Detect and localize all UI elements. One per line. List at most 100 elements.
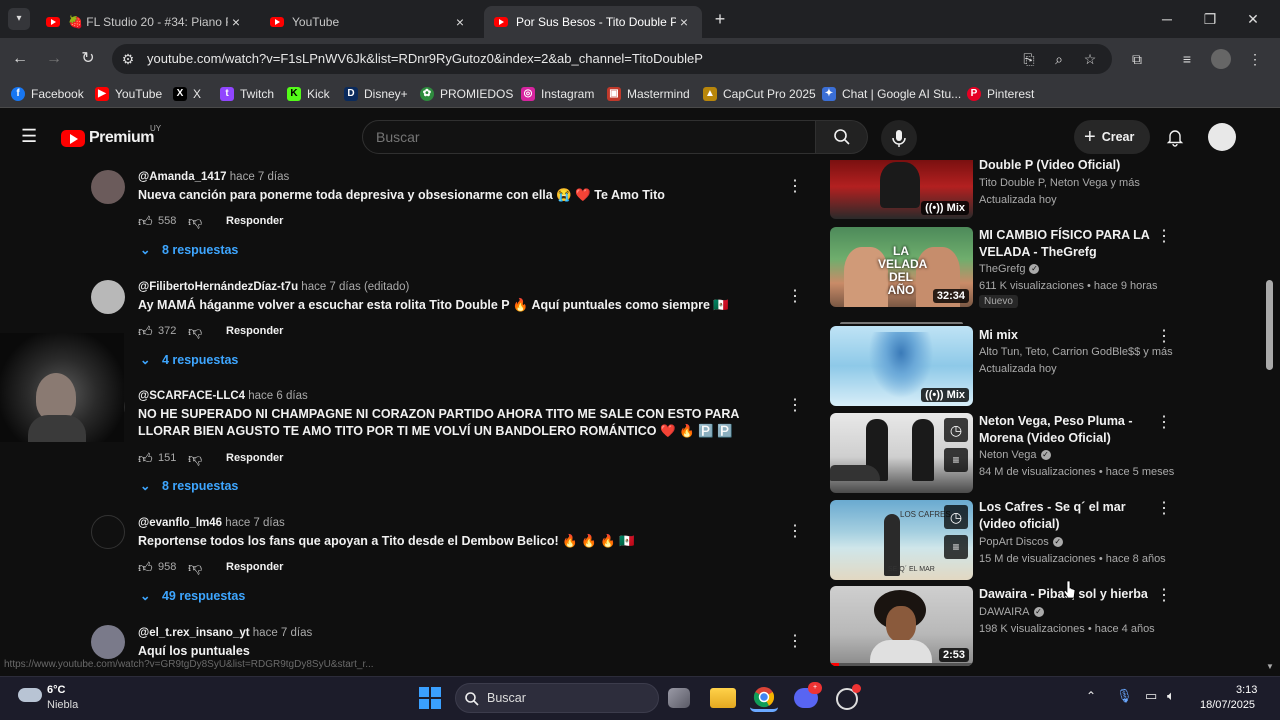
video-channel[interactable]: Neton Vega ✓	[979, 447, 1169, 463]
taskbar-search[interactable]: Buscar	[455, 683, 659, 713]
back-button[interactable]: ←	[8, 47, 32, 71]
search-input[interactable]	[376, 126, 796, 148]
account-avatar[interactable]	[1208, 123, 1236, 151]
bookmark-x[interactable]: XX	[173, 86, 201, 102]
like-icon[interactable]: 👍︎	[138, 323, 154, 339]
bookmark-pinterest[interactable]: P Pinterest	[967, 86, 1034, 102]
video-menu-icon[interactable]: ⋮	[1156, 228, 1172, 246]
comment-avatar[interactable]	[91, 515, 125, 549]
comment-menu-icon[interactable]: ⋮	[787, 523, 803, 541]
chrome-taskbar-icon[interactable]	[750, 684, 778, 712]
maximize-button[interactable]: ❐	[1199, 8, 1221, 30]
comment-avatar[interactable]	[91, 625, 125, 659]
close-tab-icon[interactable]: ×	[228, 14, 244, 30]
clock-time[interactable]: 3:13	[1236, 684, 1257, 696]
reply-button[interactable]: Responder	[226, 325, 283, 337]
video-menu-icon[interactable]: ⋮	[1156, 587, 1172, 605]
comment-menu-icon[interactable]: ⋮	[787, 178, 803, 196]
video-title[interactable]: MI CAMBIO FÍSICO PARA LA VELADA - TheGre…	[979, 227, 1154, 261]
discord-taskbar-icon[interactable]: +	[792, 682, 822, 712]
scroll-down-arrow[interactable]: ▼	[1266, 662, 1274, 671]
video-channel[interactable]: PopArt Discos ✓	[979, 534, 1169, 550]
video-thumbnail[interactable]: ((•)) Mix	[830, 326, 973, 406]
show-replies-button[interactable]: ⌄ 8 respuestas	[140, 478, 238, 493]
video-menu-icon[interactable]: ⋮	[1156, 500, 1172, 518]
close-tab-icon[interactable]: ×	[676, 14, 692, 30]
comment-menu-icon[interactable]: ⋮	[787, 397, 803, 415]
watch-later-icon[interactable]: ◷	[944, 418, 968, 442]
volume-icon[interactable]: 🔈︎	[1167, 688, 1175, 704]
chrome-menu-icon[interactable]: ⋮	[1245, 49, 1265, 69]
reply-button[interactable]: Responder	[226, 215, 283, 227]
comment-avatar[interactable]	[91, 170, 125, 204]
reload-button[interactable]: ↻	[76, 47, 100, 71]
profile-avatar[interactable]	[1211, 49, 1231, 69]
microphone-tray-icon[interactable]: 🎙︎	[1116, 688, 1133, 704]
file-explorer-icon[interactable]	[710, 688, 736, 708]
bookmark-disney[interactable]: D Disney+	[344, 86, 408, 102]
dislike-icon[interactable]: 👎︎	[188, 450, 204, 466]
video-thumbnail[interactable]: LA VELADA DEL AÑO 32:34	[830, 227, 973, 307]
show-replies-button[interactable]: ⌄ 4 respuestas	[140, 352, 238, 367]
bookmark-instagram[interactable]: ◎ Instagram	[521, 86, 594, 102]
network-icon[interactable]: ▭	[1145, 688, 1157, 704]
comment-menu-icon[interactable]: ⋮	[787, 633, 803, 651]
bookmark-twitch[interactable]: t Twitch	[220, 86, 274, 102]
site-info-icon[interactable]: ⚙	[118, 49, 138, 69]
youtube-premium-logo[interactable]: Premium	[61, 128, 154, 148]
tab-youtube[interactable]: YouTube ×	[260, 6, 478, 38]
tab-search-button[interactable]: ▾	[8, 8, 30, 30]
video-thumbnail[interactable]: LOS CAFRES SE Q´ EL MAR ◷ ≡	[830, 500, 973, 580]
scrollbar-thumb[interactable]	[1266, 280, 1273, 370]
bookmark-star-icon[interactable]: ☆	[1080, 49, 1100, 69]
video-channel[interactable]: Alto Tun, Teto, Carrion GodBle$$ y más	[979, 344, 1173, 360]
video-thumbnail[interactable]: ◷ ≡	[830, 413, 973, 493]
comment-avatar[interactable]	[91, 280, 125, 314]
add-to-queue-icon[interactable]: ≡	[944, 448, 968, 472]
video-menu-icon[interactable]: ⋮	[1156, 414, 1172, 432]
bookmark-kick[interactable]: K Kick	[287, 86, 330, 102]
video-thumbnail[interactable]: 2:53	[830, 586, 973, 666]
dislike-icon[interactable]: 👎︎	[188, 559, 204, 575]
video-title[interactable]: Mi mix	[979, 327, 1154, 344]
add-to-queue-icon[interactable]: ≡	[944, 535, 968, 559]
page-scrollbar[interactable]: ▼	[1264, 162, 1276, 676]
install-app-icon[interactable]: ⎘	[1019, 49, 1039, 69]
app-taskbar-icon[interactable]	[834, 684, 862, 712]
task-view-icon[interactable]	[668, 688, 690, 708]
start-button[interactable]	[416, 684, 444, 712]
bookmark-facebook[interactable]: f Facebook	[11, 86, 84, 102]
bookmark-youtube[interactable]: ▶ YouTube	[95, 86, 162, 102]
media-controls-icon[interactable]: ≡	[1177, 49, 1197, 69]
guide-menu-icon[interactable]: ☰	[21, 127, 41, 145]
watch-later-icon[interactable]: ◷	[944, 505, 968, 529]
show-replies-button[interactable]: ⌄ 8 respuestas	[140, 242, 238, 257]
zoom-icon[interactable]: ⌕	[1049, 49, 1069, 69]
show-replies-button[interactable]: ⌄ 49 respuestas	[140, 588, 245, 603]
bookmark-capcut[interactable]: ▲ CapCut Pro 2025	[703, 86, 816, 102]
close-window-button[interactable]: ✕	[1242, 8, 1264, 30]
bookmark-google-ai-studio[interactable]: ✦ Chat | Google AI Stu...	[822, 86, 961, 102]
comment-author[interactable]: @SCARFACE-LLC4 hace 6 días	[138, 390, 308, 402]
comment-author[interactable]: @FilibertoHernándezDíaz-t7u hace 7 días …	[138, 281, 409, 293]
notifications-bell-icon[interactable]	[1165, 127, 1185, 147]
tab-fl-studio[interactable]: 🍓 FL Studio 20 - #34: Piano Ro ×	[36, 6, 254, 38]
tab-por-sus-besos[interactable]: Por Sus Besos - Tito Double P ( ×	[484, 6, 702, 38]
minimize-button[interactable]: ─	[1156, 8, 1178, 30]
extensions-icon[interactable]: ⧉	[1127, 49, 1147, 69]
video-menu-icon[interactable]: ⋮	[1156, 328, 1172, 346]
comment-author[interactable]: @el_t.rex_insano_yt hace 7 días	[138, 627, 312, 639]
video-channel[interactable]: Tito Double P, Neton Vega y más	[979, 175, 1169, 191]
video-title[interactable]: Neton Vega, Peso Pluma - Morena (Video O…	[979, 413, 1154, 447]
video-channel[interactable]: TheGrefg ✓	[979, 261, 1169, 277]
dislike-icon[interactable]: 👎︎	[188, 323, 204, 339]
create-button[interactable]: + Crear	[1074, 120, 1150, 154]
show-hidden-icons-chevron-icon[interactable]: ⌃	[1086, 689, 1096, 703]
new-tab-button[interactable]: +	[708, 8, 732, 32]
video-thumbnail[interactable]: ((•)) Mix	[830, 160, 973, 219]
clock-date[interactable]: 18/07/2025	[1200, 699, 1255, 711]
comment-author[interactable]: @evanflo_lm46 hace 7 días	[138, 517, 285, 529]
reply-button[interactable]: Responder	[226, 561, 283, 573]
dislike-icon[interactable]: 👎︎	[188, 213, 204, 229]
like-icon[interactable]: 👍︎	[138, 450, 154, 466]
